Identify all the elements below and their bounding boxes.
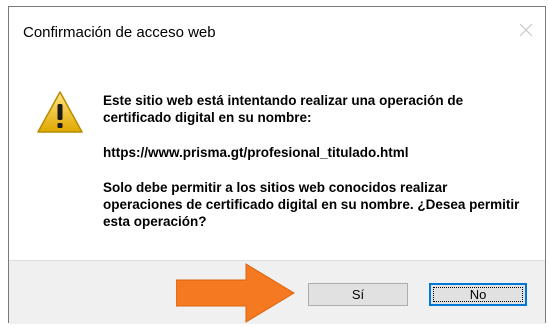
- close-icon[interactable]: [517, 21, 535, 39]
- title-bar: Confirmación de acceso web: [9, 7, 545, 53]
- yes-button-label: Sí: [351, 287, 365, 302]
- yes-button[interactable]: Sí: [308, 283, 408, 306]
- dialog-message: Este sitio web está intentando realizar …: [103, 92, 523, 248]
- no-button[interactable]: No: [429, 283, 527, 306]
- dialog-title: Confirmación de acceso web: [23, 24, 216, 41]
- focus-ring: [433, 287, 523, 302]
- message-warning: Solo debe permitir a los sitios web cono…: [103, 180, 520, 229]
- message-url: https://www.prisma.gt/profesional_titula…: [103, 145, 409, 160]
- message-intro: Este sitio web está intentando realizar …: [103, 93, 464, 125]
- warning-icon: [37, 91, 83, 133]
- dialog-body: Este sitio web está intentando realizar …: [9, 53, 545, 260]
- arrow-right-icon: [176, 263, 295, 323]
